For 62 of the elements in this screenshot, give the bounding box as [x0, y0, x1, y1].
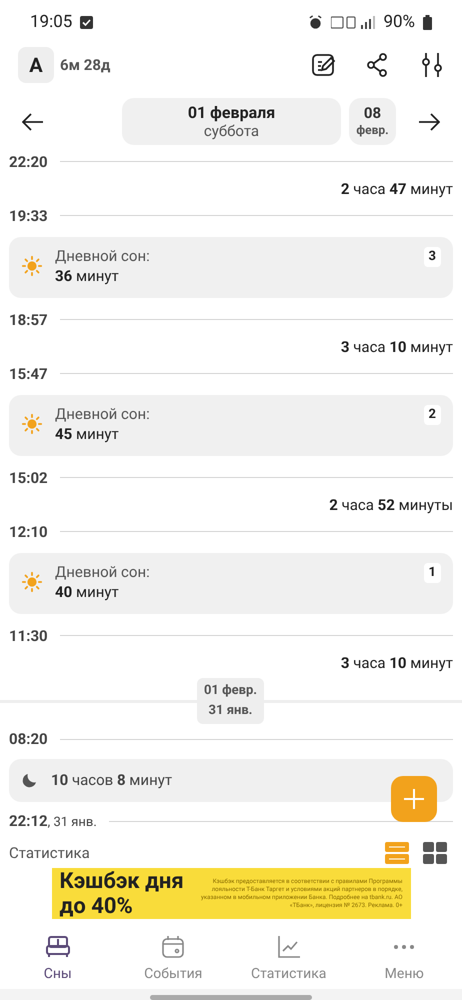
- awake-duration: 2 часа 47 минут: [340, 178, 453, 200]
- check-notification-icon: [80, 16, 94, 30]
- nap-card[interactable]: Дневной сон: 40 минут 1: [9, 553, 453, 614]
- nap-duration: 36 минут: [55, 266, 120, 288]
- next-date-button[interactable]: 08 февр.: [349, 98, 396, 146]
- sun-icon: [21, 571, 43, 594]
- nap-label: Дневной сон:: [55, 563, 151, 582]
- time-label: 15:47: [9, 364, 48, 385]
- sun-icon: [21, 413, 43, 436]
- forward-arrow-icon[interactable]: [418, 112, 440, 131]
- nap-card[interactable]: Дневной сон: 45 минут 2: [9, 395, 453, 456]
- awake-duration: 2 часа 52 минуты: [329, 494, 453, 516]
- statistics-heading: Статистика: [9, 842, 90, 864]
- ad-offer: до 40%: [60, 894, 134, 919]
- grid-view-icon[interactable]: [423, 842, 447, 864]
- alarm-icon: [308, 15, 324, 30]
- sun-icon: [21, 255, 43, 278]
- filter-sliders-icon[interactable]: [420, 52, 444, 78]
- time-label: 08:20: [9, 729, 48, 750]
- time-label: 19:33: [9, 206, 48, 227]
- nav-tab[interactable]: Статистика: [231, 929, 346, 989]
- nap-count-badge: 3: [424, 247, 441, 267]
- chart-icon: [276, 934, 302, 960]
- ad-banner[interactable]: [52, 868, 410, 920]
- nap-label: Дневной сон:: [55, 405, 151, 424]
- nap-card[interactable]: Дневной сон: 36 минут 3: [9, 237, 453, 298]
- nap-count-badge: 2: [424, 405, 441, 425]
- child-age: 6м 28д: [60, 55, 110, 76]
- bed-icon: [44, 934, 72, 960]
- child-avatar[interactable]: A: [18, 47, 54, 84]
- night-sleep-card[interactable]: 10 часов 8 минут: [9, 758, 453, 802]
- night-sleep-duration: 10 часов 8 минут: [51, 770, 172, 792]
- day-divider-date: 31 янв.: [208, 702, 252, 720]
- time-label: 11:30: [9, 626, 48, 647]
- time-label: 12:10: [9, 522, 48, 543]
- awake-duration: 3 часа 10 минут: [340, 652, 453, 674]
- time-label: 15:02: [9, 468, 48, 489]
- nav-tab[interactable]: Меню: [346, 929, 462, 989]
- awake-duration: 3 часа 10 минут: [340, 336, 453, 358]
- nav-tab[interactable]: Сны: [0, 929, 116, 989]
- edit-note-icon[interactable]: [312, 53, 336, 78]
- battery-icon: [423, 15, 432, 30]
- status-time: 19:05: [30, 10, 72, 34]
- back-arrow-icon[interactable]: [22, 112, 44, 131]
- nav-tab[interactable]: События: [116, 929, 231, 989]
- nap-count-badge: 1: [424, 563, 441, 583]
- share-icon[interactable]: [366, 53, 388, 78]
- time-label: 22:12, 31 янв.: [9, 811, 97, 832]
- plus-icon: [404, 789, 424, 809]
- time-label: 18:57: [9, 310, 48, 331]
- more-icon: [394, 944, 414, 949]
- day-divider-date: 01 февр.: [204, 682, 258, 700]
- ad-headline: Кэшбэк дня: [60, 868, 184, 894]
- nap-duration: 45 минут: [55, 424, 120, 446]
- moon-icon: [21, 771, 39, 790]
- network-icon: [331, 15, 376, 30]
- nap-duration: 40 минут: [55, 582, 120, 604]
- time-label: 22:20: [9, 152, 48, 173]
- nap-label: Дневной сон:: [55, 247, 151, 266]
- calendar-icon: [160, 934, 186, 960]
- battery-percent: 90%: [383, 10, 415, 34]
- current-date-button[interactable]: 01 февраля суббота: [122, 98, 341, 146]
